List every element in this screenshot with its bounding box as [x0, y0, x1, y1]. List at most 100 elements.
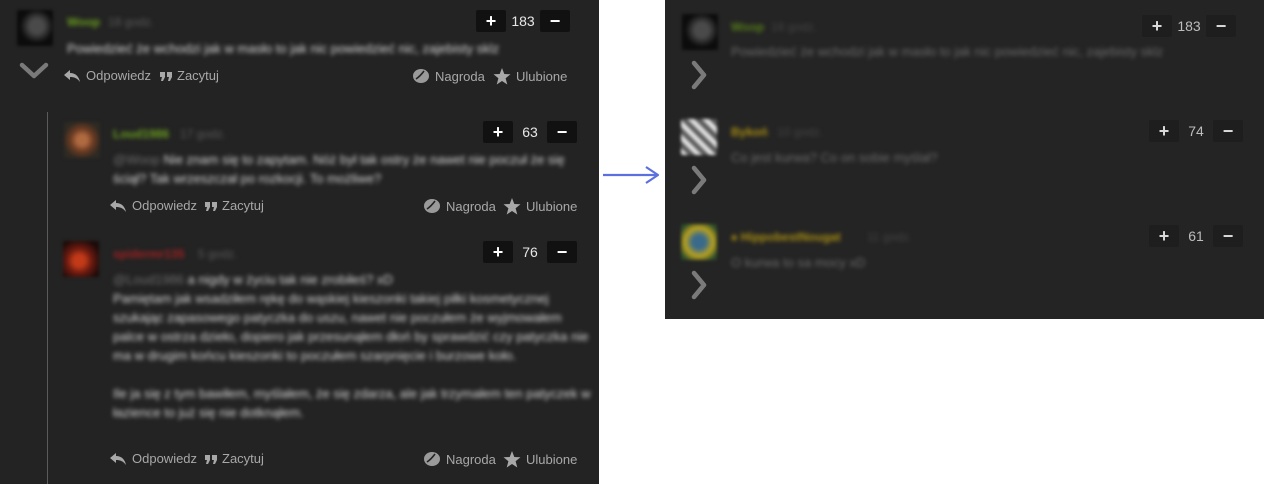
upvote-button[interactable]: +	[1142, 15, 1172, 37]
comment-body: Powiedzieć że wchodzi jak w masło to jak…	[67, 41, 500, 56]
vote-widget: + 61 −	[1149, 225, 1243, 247]
comment-body: @Woop Nie znam się to zapytam. Nóż był t…	[113, 150, 588, 188]
expand-chevron-icon[interactable]	[690, 60, 708, 90]
comment-username[interactable]: Bykoń	[731, 125, 768, 139]
reply-thread-line	[47, 112, 48, 484]
comment-username[interactable]: spidermr135	[113, 247, 184, 261]
favorite-label: Ulubione	[516, 69, 568, 84]
star-icon	[503, 451, 521, 468]
upvote-button[interactable]: +	[1149, 225, 1179, 247]
comment-body: Powiedzieć że wchodzi jak w masło to jak…	[731, 44, 1164, 59]
upvote-button[interactable]: +	[1149, 120, 1179, 142]
comment-paragraph	[113, 365, 591, 384]
vote-score: 183	[1177, 18, 1201, 34]
downvote-button[interactable]: −	[547, 121, 577, 143]
star-icon	[493, 68, 511, 85]
upvote-button[interactable]: +	[483, 121, 513, 143]
comment-body: O kurwa to sa mocy xD	[731, 255, 866, 270]
quote-icon	[205, 454, 217, 464]
favorite-label: Ulubione	[526, 199, 578, 214]
comment-actions: Odpowiedz Zacytuj Nagroda Ulubione	[110, 198, 580, 216]
comment-username[interactable]: Woop	[67, 15, 100, 29]
quote-reference[interactable]: @Loud1986	[113, 272, 184, 287]
comment-username[interactable]: Loud1986	[113, 127, 169, 141]
downvote-button[interactable]: −	[1213, 120, 1243, 142]
avatar[interactable]	[681, 224, 717, 260]
award-label: Nagroda	[446, 198, 496, 214]
comment-text: a nigdy w życiu tak nie zrobiłeś? xD	[187, 272, 393, 287]
vote-widget: + 183 −	[476, 10, 570, 32]
favorite-button[interactable]: Ulubione	[493, 68, 567, 85]
vote-score: 76	[522, 244, 538, 260]
vote-score: 63	[522, 124, 538, 140]
avatar[interactable]	[681, 119, 717, 155]
comment-timestamp: 18 godz.	[108, 15, 155, 29]
vote-widget: + 63 −	[483, 121, 577, 143]
reply-label: Odpowiedz	[86, 68, 152, 83]
award-icon	[413, 69, 429, 83]
comment-body: Co jest kurwa? Co on sobie myślał?	[731, 150, 938, 165]
award-button[interactable]: Nagroda	[423, 451, 496, 467]
award-icon	[424, 452, 440, 466]
avatar[interactable]	[63, 241, 99, 277]
reply-icon	[64, 69, 80, 82]
vote-widget: + 183 −	[1142, 15, 1236, 37]
quote-reference[interactable]: @Woop	[113, 152, 160, 167]
comment-username[interactable]: ♠ HippobestNougat	[731, 230, 841, 244]
reply-icon	[110, 199, 126, 212]
downvote-button[interactable]: −	[1213, 225, 1243, 247]
reply-button[interactable]: Odpowiedz	[64, 68, 151, 83]
comment-text: Nie znam się to zapytam. Nóż był tak ost…	[113, 152, 565, 186]
vote-widget: + 76 −	[483, 241, 577, 263]
arrow-right-icon	[603, 166, 660, 184]
quote-button[interactable]: Zacytuj	[205, 198, 264, 213]
expand-chevron-icon[interactable]	[690, 270, 708, 300]
downvote-button[interactable]: −	[547, 241, 577, 263]
collapsed-thread-panel: Woop 18 godz. Powiedzieć że wchodzi jak …	[665, 0, 1264, 319]
comment-paragraph: Ile ja się z tym bawiłem, myślałem, że s…	[113, 386, 591, 420]
avatar[interactable]	[64, 122, 100, 158]
downvote-button[interactable]: −	[1206, 15, 1236, 37]
vote-score: 74	[1188, 123, 1204, 139]
quote-button[interactable]: Zacytuj	[205, 451, 264, 466]
reply-button[interactable]: Odpowiedz	[110, 451, 197, 466]
upvote-button[interactable]: +	[483, 241, 513, 263]
reply-label: Odpowiedz	[132, 451, 198, 466]
quote-button[interactable]: Zacytuj	[160, 68, 219, 83]
star-icon	[503, 198, 521, 215]
expand-chevron-icon[interactable]	[690, 165, 708, 195]
comment-paragraph: @Loud1986 a nigdy w życiu tak nie zrobił…	[113, 270, 591, 289]
quote-icon	[205, 201, 217, 211]
comment-actions: Odpowiedz Zacytuj Nagroda Ulubione	[64, 68, 574, 86]
favorite-label: Ulubione	[526, 452, 578, 467]
vote-score: 61	[1188, 228, 1204, 244]
award-button[interactable]: Nagroda	[423, 198, 496, 214]
reply-button[interactable]: Odpowiedz	[110, 198, 197, 213]
award-label: Nagroda	[435, 68, 485, 84]
favorite-button[interactable]: Ulubione	[503, 451, 577, 468]
favorite-button[interactable]: Ulubione	[503, 198, 577, 215]
comment-actions: Odpowiedz Zacytuj Nagroda Ulubione	[110, 451, 580, 469]
quote-label: Zacytuj	[177, 68, 219, 83]
award-label: Nagroda	[446, 451, 496, 467]
vote-widget: + 74 −	[1149, 120, 1243, 142]
comment-timestamp: 18 godz.	[771, 20, 818, 34]
collapse-chevron-icon[interactable]	[19, 62, 49, 80]
comment-username[interactable]: Woop	[731, 20, 764, 34]
downvote-button[interactable]: −	[540, 10, 570, 32]
reply-icon	[110, 452, 126, 465]
avatar[interactable]	[682, 14, 718, 50]
avatar[interactable]	[17, 10, 53, 46]
quote-icon	[160, 71, 172, 81]
comment-timestamp: 5 godz.	[198, 247, 238, 261]
comment-timestamp: 17 godz.	[180, 127, 227, 141]
comment-paragraph: Pamiętam jak wsadziłem rękę do wąskiej k…	[113, 291, 589, 363]
upvote-button[interactable]: +	[476, 10, 506, 32]
reply-label: Odpowiedz	[132, 198, 198, 213]
comment-body: @Loud1986 a nigdy w życiu tak nie zrobił…	[113, 270, 591, 422]
award-button[interactable]: Nagroda	[412, 68, 485, 84]
vote-score: 183	[511, 13, 535, 29]
award-icon	[424, 199, 440, 213]
comment-timestamp: 11 godz.	[867, 230, 913, 244]
comment-timestamp: 10 godz.	[777, 125, 824, 139]
